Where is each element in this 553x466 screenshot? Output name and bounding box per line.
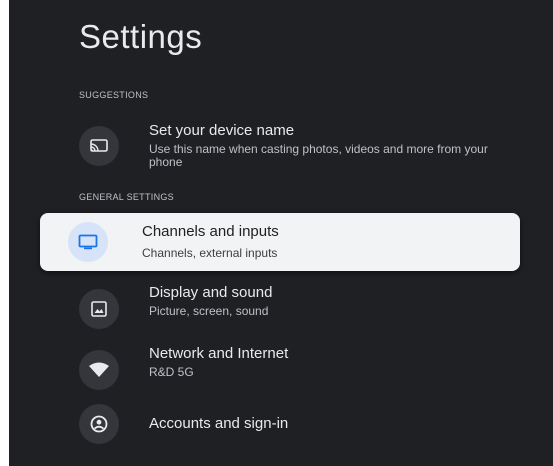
item-title: Set your device name [149, 122, 295, 139]
item-title: Display and sound [149, 284, 273, 301]
account-icon [79, 404, 119, 444]
wifi-icon [79, 350, 119, 390]
section-header-suggestions: SUGGESTIONS [79, 90, 149, 100]
settings-item-accounts-signin[interactable]: Accounts and sign-in [79, 404, 519, 444]
cast-icon [79, 126, 119, 166]
item-title: Network and Internet [149, 345, 289, 362]
page-title: Settings [79, 18, 203, 55]
settings-item-channels-inputs[interactable]: Channels and inputs Channels, external i… [40, 213, 520, 271]
settings-item-device-name[interactable]: Set your device name Use this name when … [79, 122, 519, 174]
settings-item-display-sound[interactable]: Display and sound Picture, screen, sound [79, 284, 519, 334]
settings-item-network-internet[interactable]: Network and Internet R&D 5G [79, 345, 519, 395]
item-title: Channels and inputs [142, 223, 279, 240]
item-subtitle: Channels, external inputs [142, 246, 278, 260]
image-icon [79, 289, 119, 329]
item-subtitle: Use this name when casting photos, video… [149, 142, 488, 169]
tv-icon [68, 222, 108, 262]
item-title: Accounts and sign-in [149, 415, 289, 432]
section-header-general-settings: GENERAL SETTINGS [79, 192, 174, 202]
settings-screen: Settings SUGGESTIONS Set your device nam… [9, 0, 553, 466]
item-subtitle: R&D 5G [149, 365, 194, 379]
item-subtitle: Picture, screen, sound [149, 304, 269, 318]
